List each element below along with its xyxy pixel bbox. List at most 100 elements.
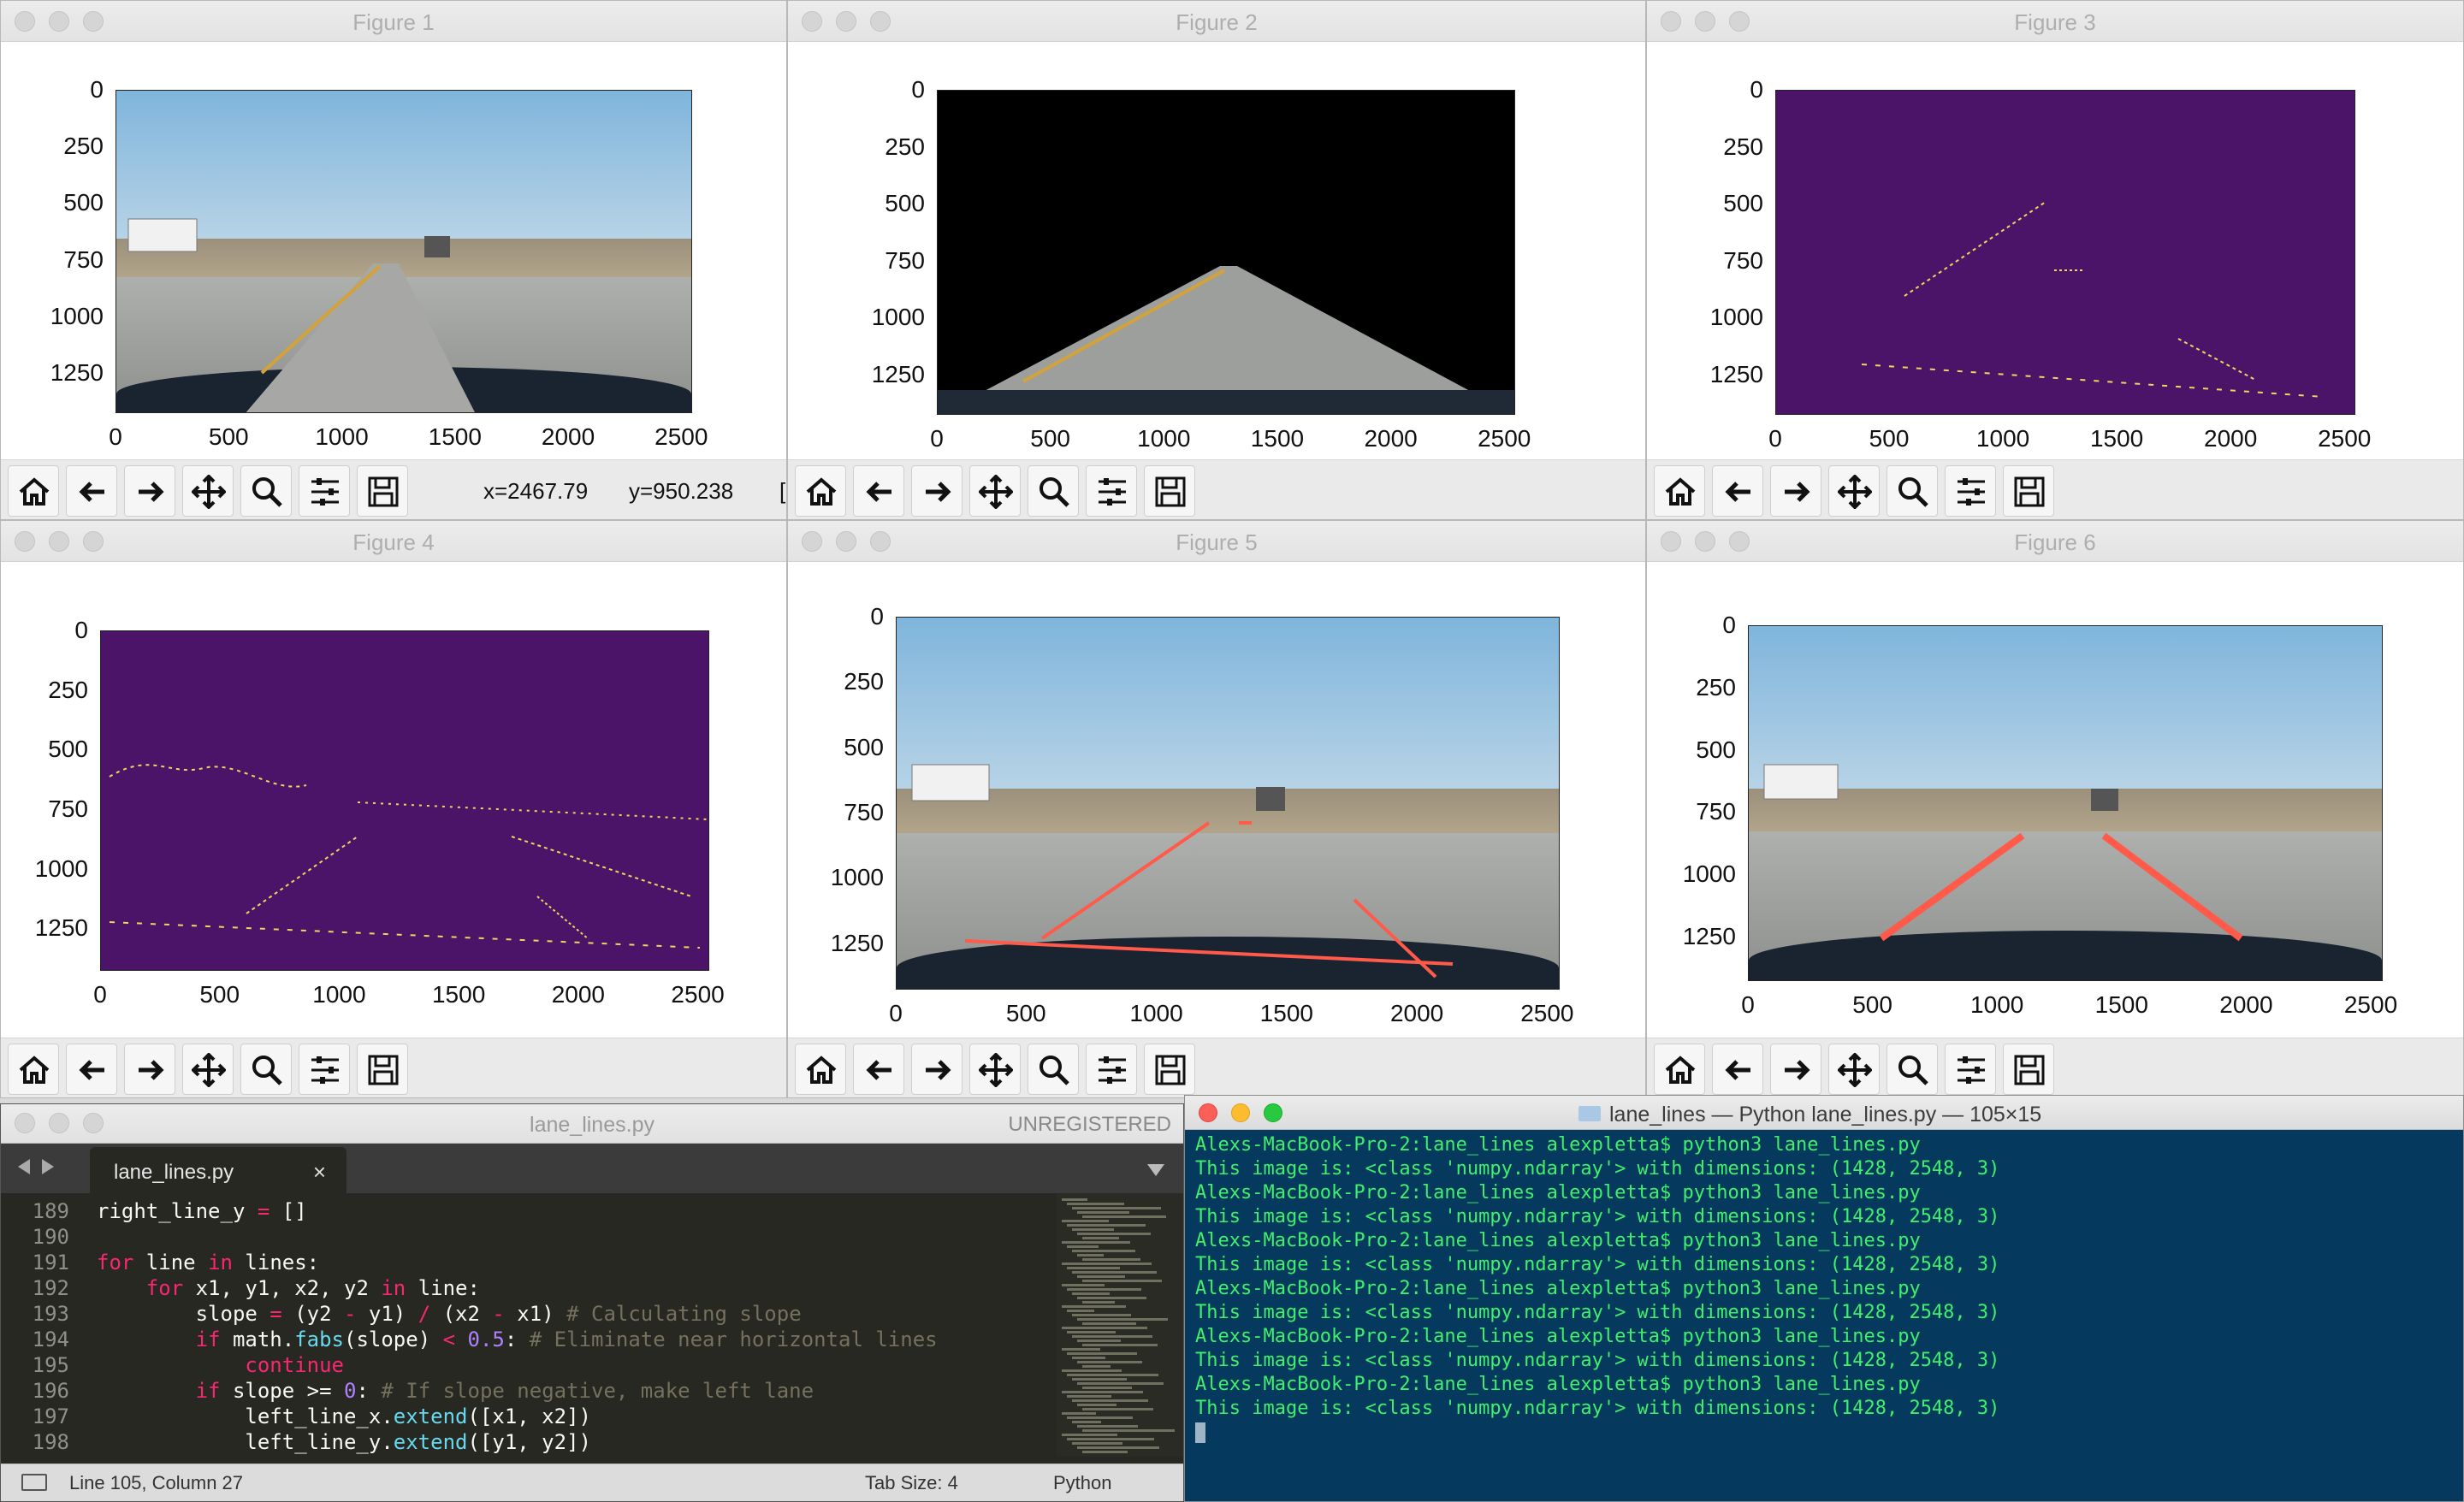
configure-subplots-button[interactable] — [299, 465, 350, 517]
titlebar[interactable]: Figure 6 — [1647, 521, 2463, 562]
terminal-titlebar[interactable]: lane_lines — Python lane_lines.py — 105×… — [1185, 1096, 2463, 1130]
save-disk-button[interactable] — [357, 1044, 408, 1095]
pan-move-button[interactable] — [182, 1044, 234, 1095]
terminal-output-line: This image is: <class 'numpy.ndarray'> w… — [1195, 1398, 2000, 1419]
terminal-output[interactable]: Alexs-MacBook-Pro-2:lane_lines alexplett… — [1195, 1133, 2463, 1445]
back-arrow-button[interactable] — [66, 465, 117, 517]
cursor-x-readout: x=2467.79 — [483, 478, 589, 504]
configure-subplots-button[interactable] — [1945, 465, 1996, 517]
y-tick-label: 250 — [885, 133, 925, 160]
home-button[interactable] — [8, 1044, 59, 1095]
save-disk-button[interactable] — [1144, 465, 1195, 517]
titlebar[interactable]: Figure 3 — [1647, 1, 2463, 42]
y-tick-label: 250 — [63, 133, 104, 160]
back-arrow-button[interactable] — [853, 1044, 904, 1095]
x-tick-label: 1000 — [1975, 425, 2030, 452]
pan-move-button[interactable] — [969, 465, 1021, 517]
status-tab-size[interactable]: Tab Size: 4 — [865, 1472, 958, 1494]
configure-subplots-button[interactable] — [299, 1044, 350, 1095]
forward-arrow-button[interactable] — [911, 465, 962, 517]
pan-move-button[interactable] — [1828, 1044, 1880, 1095]
x-tick-label: 0 — [1741, 991, 1755, 1018]
status-syntax[interactable]: Python — [1053, 1472, 1112, 1494]
titlebar[interactable]: Figure 2 — [788, 1, 1645, 42]
home-button[interactable] — [1654, 465, 1705, 517]
tab-close-icon[interactable]: × — [313, 1159, 326, 1186]
back-arrow-button[interactable] — [1712, 465, 1763, 517]
home-icon — [1665, 477, 1696, 506]
y-tick-label: 1250 — [34, 914, 88, 942]
y-tick-label: 750 — [1723, 246, 1763, 274]
nav-forward-icon[interactable] — [42, 1159, 54, 1174]
minimap-line — [1082, 1258, 1140, 1261]
zoom-magnifier-button[interactable] — [240, 465, 292, 517]
minimize-button[interactable] — [1231, 1103, 1250, 1122]
zoom-magnifier-button[interactable] — [1028, 1044, 1079, 1095]
save-disk-button[interactable] — [2003, 465, 2054, 517]
y-tick-label: 500 — [63, 189, 104, 216]
pan-move-button[interactable] — [1828, 465, 1880, 517]
editor-titlebar[interactable]: lane_lines.py UNREGISTERED — [1, 1104, 1183, 1144]
forward-arrow-button[interactable] — [1770, 465, 1821, 517]
save-disk-button[interactable] — [2003, 1044, 2054, 1095]
home-button[interactable] — [8, 465, 59, 517]
back-arrow-button[interactable] — [66, 1044, 117, 1095]
nav-back-icon[interactable] — [18, 1159, 30, 1174]
x-tick-label: 500 — [1030, 425, 1070, 452]
plot-area[interactable] — [1, 42, 786, 459]
x-tick-label: 2500 — [2318, 425, 2372, 452]
minimap-line — [1077, 1361, 1142, 1363]
titlebar[interactable]: Figure 1 — [1, 1, 786, 42]
plot-area[interactable] — [1647, 42, 2463, 459]
y-tick-label: 500 — [1723, 190, 1763, 217]
save-disk-icon — [2014, 476, 2045, 507]
minimap-line — [1077, 1211, 1129, 1214]
zoom-magnifier-button[interactable] — [1028, 465, 1079, 517]
back-arrow-button[interactable] — [1712, 1044, 1763, 1095]
figure-2-window: Figure 2 0 250 500 750 1000 1250 0 500 1000 1500 2… — [787, 0, 1646, 520]
y-tick-label: 250 — [1696, 673, 1736, 701]
home-button[interactable] — [795, 465, 846, 517]
zoom-magnifier-button[interactable] — [240, 1044, 292, 1095]
zoom-magnifier-button[interactable] — [1886, 465, 1938, 517]
forward-arrow-button[interactable] — [911, 1044, 962, 1095]
code-area[interactable]: 189 right_line_y = [] 190 191 for line in li… — [1, 1193, 1053, 1457]
save-disk-button[interactable] — [1144, 1044, 1195, 1095]
x-tick-label: 1500 — [1250, 425, 1305, 452]
titlebar[interactable]: Figure 5 — [788, 521, 1645, 562]
tab-lane-lines[interactable]: lane_lines.py × — [90, 1147, 346, 1193]
plot-area[interactable] — [1647, 562, 2463, 1038]
status-panel-icon[interactable] — [21, 1474, 47, 1491]
y-tick-label: 1000 — [871, 304, 925, 331]
zoom-button[interactable] — [1264, 1103, 1282, 1122]
home-button[interactable] — [795, 1044, 846, 1095]
home-button[interactable] — [1654, 1044, 1705, 1095]
configure-subplots-button[interactable] — [1086, 1044, 1137, 1095]
close-button[interactable] — [1199, 1103, 1217, 1122]
plot-area[interactable] — [788, 562, 1645, 1038]
tab-dropdown-icon[interactable] — [1147, 1164, 1164, 1176]
forward-arrow-button[interactable] — [1770, 1044, 1821, 1095]
configure-subplots-button[interactable] — [1945, 1044, 1996, 1095]
titlebar[interactable]: Figure 4 — [1, 521, 786, 562]
y-tick-label: 500 — [885, 190, 925, 217]
lane-lines-photo — [1748, 625, 2383, 981]
window-title: Figure 3 — [2014, 9, 2096, 35]
forward-arrow-button[interactable] — [124, 465, 175, 517]
configure-subplots-button[interactable] — [1086, 465, 1137, 517]
pan-move-button[interactable] — [182, 465, 234, 517]
back-arrow-button[interactable] — [853, 465, 904, 517]
minimap-line — [1077, 1339, 1121, 1342]
minimap[interactable] — [1057, 1193, 1183, 1457]
save-disk-button[interactable] — [357, 465, 408, 517]
minimap-line — [1067, 1203, 1124, 1205]
forward-arrow-button[interactable] — [124, 1044, 175, 1095]
home-icon — [806, 477, 837, 506]
y-tick-label: 0 — [1750, 76, 1763, 103]
plot-area[interactable] — [1, 562, 786, 1038]
pan-move-button[interactable] — [969, 1044, 1021, 1095]
save-disk-icon — [368, 1055, 399, 1085]
zoom-magnifier-button[interactable] — [1886, 1044, 1938, 1095]
minimap-line — [1062, 1369, 1122, 1372]
minimap-line — [1072, 1228, 1114, 1231]
